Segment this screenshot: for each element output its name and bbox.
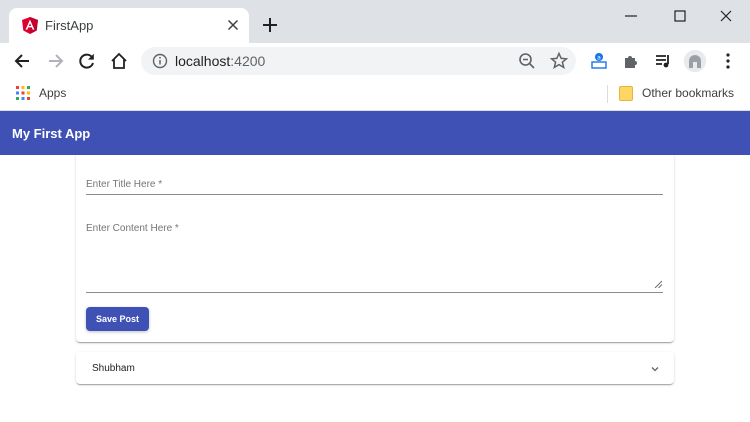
- other-bookmarks[interactable]: Other bookmarks: [642, 86, 734, 100]
- address-bar[interactable]: localhost:4200: [141, 47, 576, 75]
- textarea-resize-handle[interactable]: [654, 280, 662, 288]
- post-title: Shubham: [92, 363, 135, 374]
- browser-menu-icon[interactable]: [718, 51, 738, 71]
- forward-arrow-icon[interactable]: [45, 51, 65, 71]
- window-close-icon[interactable]: [716, 6, 736, 26]
- maximize-icon[interactable]: [670, 6, 690, 26]
- zoom-out-icon[interactable]: [517, 51, 537, 71]
- extension-icon[interactable]: a: [589, 51, 609, 71]
- back-arrow-icon[interactable]: [13, 51, 33, 71]
- site-info-icon[interactable]: [152, 53, 168, 69]
- apps-grid-icon[interactable]: [16, 86, 30, 100]
- svg-text:a: a: [597, 55, 601, 62]
- url-host: localhost: [175, 53, 231, 69]
- title-input[interactable]: Enter Title Here *: [86, 179, 162, 190]
- browser-tab[interactable]: FirstApp: [9, 8, 249, 43]
- app-title: My First App: [12, 126, 91, 141]
- content-textarea[interactable]: Enter Content Here *: [86, 223, 179, 234]
- post-expansion-panel[interactable]: Shubham: [76, 352, 674, 384]
- avatar-image-icon: [684, 50, 706, 72]
- minimize-icon[interactable]: [621, 6, 641, 26]
- close-tab-icon[interactable]: [225, 17, 241, 33]
- url-port: :4200: [230, 53, 266, 69]
- new-tab-icon[interactable]: [261, 16, 279, 34]
- bookmarks-bar: Apps Other bookmarks: [0, 79, 750, 111]
- post-create-card: Enter Title Here * Enter Content Here * …: [76, 155, 674, 342]
- puzzle-extensions-icon[interactable]: [621, 51, 641, 71]
- apps-bookmark[interactable]: Apps: [39, 86, 66, 100]
- save-post-button[interactable]: Save Post: [86, 307, 149, 331]
- tab-title: FirstApp: [45, 18, 94, 33]
- angular-icon: [22, 17, 38, 34]
- profile-avatar[interactable]: [684, 50, 706, 72]
- tab-strip: FirstApp: [0, 0, 750, 43]
- chevron-down-icon[interactable]: [650, 364, 660, 374]
- bookmark-star-icon[interactable]: [549, 51, 569, 71]
- folder-icon: [619, 86, 633, 101]
- media-queue-icon[interactable]: [653, 51, 673, 71]
- browser-toolbar: localhost:4200 a: [0, 43, 750, 79]
- content-textarea-underline: [86, 292, 663, 293]
- url-text: localhost:4200: [175, 53, 265, 69]
- bookmarks-divider: [607, 85, 608, 103]
- home-icon[interactable]: [109, 51, 129, 71]
- reload-icon[interactable]: [77, 51, 97, 71]
- title-input-underline: [86, 194, 663, 195]
- app-toolbar: My First App: [0, 111, 750, 155]
